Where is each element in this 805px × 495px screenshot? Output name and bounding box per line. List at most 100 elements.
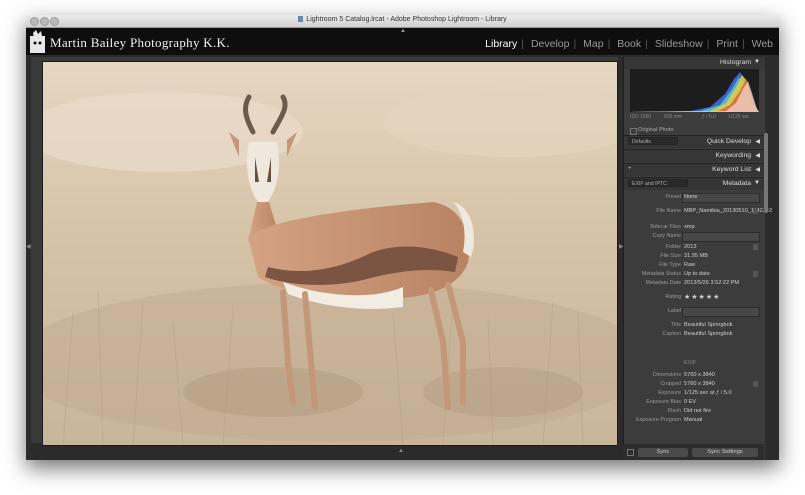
- metadata-status-value: Up to date: [684, 271, 710, 277]
- original-photo-label: Original Photo: [638, 127, 674, 133]
- auto-sync-toggle[interactable]: [627, 449, 634, 456]
- file-size-label: File Size: [660, 253, 681, 259]
- logo-icon: [30, 30, 45, 53]
- exposure-program-row: Exposure Program Manual: [624, 416, 765, 425]
- crop-button[interactable]: [753, 381, 758, 387]
- right-panel: Histogram ▼ ISO 1000 600 mm ƒ / 5.0 1/125…: [623, 57, 772, 460]
- label-field[interactable]: [682, 307, 760, 317]
- histogram-aperture: ƒ / 5.0: [702, 114, 716, 120]
- rating-row[interactable]: Rating ★★★★★: [624, 293, 765, 302]
- sync-button[interactable]: Sync: [638, 448, 688, 457]
- preset-label: Preset: [665, 194, 681, 200]
- histogram-graph[interactable]: [630, 69, 759, 112]
- label-label: Label: [667, 308, 681, 314]
- expand-icon: ◀: [755, 167, 760, 173]
- loupe-view: [31, 57, 618, 446]
- metadata-date-row: Metadata Date 2013/5/26 3:52:22 PM: [624, 279, 765, 288]
- panel-scrollbar[interactable]: [764, 133, 768, 213]
- exif-iptc-label: EXIF and IPTC: [632, 181, 667, 187]
- status-button[interactable]: [753, 271, 758, 277]
- file-name-row[interactable]: File Name MBP_Namibia_20130510_1142.cr2: [624, 207, 772, 216]
- folder-row[interactable]: Folder 2013: [624, 243, 765, 252]
- quick-develop-title: Quick Develop: [706, 138, 751, 145]
- window-title-wrap: Lightroom 5 Catalog.lrcat - Adobe Photos…: [26, 16, 779, 23]
- sync-bar: Sync Sync Settings: [623, 444, 764, 460]
- title-label: Title: [671, 322, 681, 328]
- expand-icon: ◀: [755, 153, 760, 159]
- preset-value: None: [684, 194, 698, 200]
- file-type-row: File Type Raw: [624, 261, 765, 270]
- exposure-bias-label: Exposure Bias: [646, 399, 681, 405]
- brand-name: Martin Bailey Photography K.K.: [50, 35, 230, 50]
- histogram-header[interactable]: Histogram ▼: [624, 57, 765, 69]
- module-print[interactable]: Print: [716, 38, 738, 50]
- keywording-header[interactable]: Keywording ◀: [624, 149, 765, 162]
- saved-preset-dropdown[interactable]: Defaults: [628, 137, 678, 145]
- quick-develop-header[interactable]: Defaults Quick Develop ◀: [624, 135, 765, 148]
- module-develop[interactable]: Develop: [531, 38, 570, 50]
- rename-button[interactable]: [753, 208, 758, 214]
- module-slideshow[interactable]: Slideshow: [655, 38, 703, 50]
- left-panel-toggle-icon[interactable]: ◀: [26, 243, 31, 250]
- filmstrip-toggle-icon[interactable]: ▲: [398, 448, 404, 454]
- copy-name-label: Copy Name: [652, 233, 681, 239]
- copy-name-row[interactable]: Copy Name: [624, 232, 765, 242]
- keyword-list-header[interactable]: + Keyword List ◀: [624, 163, 765, 176]
- file-size-row: File Size 31.95 MB: [624, 252, 765, 261]
- metadata-status-row: Metadata Status Up to date: [624, 270, 765, 279]
- flash-row: Flash Did not fire: [624, 407, 765, 416]
- metadata-date-label: Metadata Date: [645, 280, 681, 286]
- module-book[interactable]: Book: [617, 38, 641, 50]
- metadata-status-label: Metadata Status: [641, 271, 681, 277]
- photo-preview[interactable]: [42, 61, 618, 446]
- go-to-folder-button[interactable]: [753, 244, 758, 250]
- exif-heading-row: EXIF: [624, 359, 765, 368]
- metadata-date-value: 2013/5/26 3:52:22 PM: [684, 280, 740, 286]
- preset-row[interactable]: Preset None: [624, 193, 765, 203]
- collapse-icon: ▼: [754, 180, 760, 186]
- rating-label: Rating: [665, 294, 681, 300]
- label-row[interactable]: Label: [624, 307, 765, 317]
- caption-row[interactable]: Caption Beautiful Springbok: [624, 330, 765, 339]
- dimensions-row: Dimensions 5760 x 3840: [624, 371, 765, 380]
- exposure-value: 1/125 sec at ƒ / 5.0: [684, 390, 732, 396]
- sync-settings-button[interactable]: Sync Settings: [692, 448, 758, 457]
- file-type-label: File Type: [659, 262, 681, 268]
- original-photo-checkbox[interactable]: [630, 128, 637, 135]
- rating-stars[interactable]: ★★★★★: [684, 293, 720, 301]
- keyword-list-title: Keyword List: [712, 166, 751, 173]
- springbok-image: [43, 62, 617, 445]
- document-icon: [298, 16, 304, 22]
- copy-name-field[interactable]: [682, 232, 760, 242]
- module-picker: Library | Develop | Map | Book | Slideshow | …: [485, 38, 773, 50]
- module-web[interactable]: Web: [752, 38, 773, 50]
- top-panel-toggle-icon[interactable]: ▲: [400, 28, 406, 34]
- caption-label: Caption: [662, 331, 681, 337]
- defaults-label: Defaults: [632, 139, 652, 145]
- cropped-value: 5760 x 3840: [684, 381, 715, 387]
- histogram-icon: [630, 69, 759, 112]
- exif-heading: EXIF: [684, 360, 697, 366]
- folder-value: 2013: [684, 244, 697, 250]
- add-keyword-icon[interactable]: +: [628, 166, 632, 172]
- exposure-program-label: Exposure Program: [636, 417, 681, 423]
- metadata-header[interactable]: EXIF and IPTC Metadata ▼: [624, 177, 765, 190]
- window-title: Lightroom 5 Catalog.lrcat - Adobe Photos…: [306, 16, 507, 23]
- flash-value: Did not fire: [684, 408, 712, 414]
- title-bar: Lightroom 5 Catalog.lrcat - Adobe Photos…: [26, 15, 779, 28]
- module-library[interactable]: Library: [485, 38, 517, 50]
- lightroom-window: Lightroom 5 Catalog.lrcat - Adobe Photos…: [26, 15, 779, 460]
- file-size-value: 31.95 MB: [684, 253, 708, 259]
- histogram-focal: 600 mm: [664, 114, 683, 120]
- metadata-view-dropdown[interactable]: EXIF and IPTC: [628, 179, 688, 187]
- title-row[interactable]: Title Beautiful Springbok: [624, 321, 765, 330]
- sidecar-row: Sidecar Files xmp: [624, 223, 765, 232]
- exposure-bias-row: Exposure Bias 0 EV: [624, 398, 765, 407]
- module-map[interactable]: Map: [583, 38, 603, 50]
- title-value[interactable]: Beautiful Springbok: [684, 322, 733, 328]
- dimensions-label: Dimensions: [652, 372, 681, 378]
- keywording-title: Keywording: [715, 152, 751, 159]
- caption-value[interactable]: Beautiful Springbok: [684, 331, 733, 337]
- sidecar-value: xmp: [684, 224, 695, 230]
- file-name-label: File Name: [656, 208, 681, 214]
